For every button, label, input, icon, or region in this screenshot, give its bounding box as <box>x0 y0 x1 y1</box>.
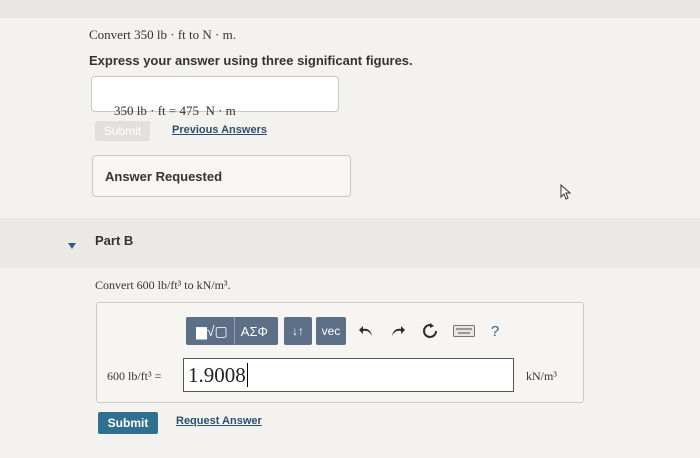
top-band <box>0 0 700 18</box>
text-caret <box>246 363 248 387</box>
feedback-text: Answer Requested <box>105 169 223 184</box>
caret-down-icon[interactable] <box>67 237 77 249</box>
part-b-title: Part B <box>95 233 134 248</box>
part-a-instruction: Express your answer using three signific… <box>89 53 413 68</box>
keyboard-icon[interactable] <box>452 324 476 338</box>
request-answer-link[interactable]: Request Answer <box>176 415 262 427</box>
templates-button[interactable]: ▆√▢ <box>190 317 234 345</box>
arrows-button[interactable]: ↓↑ <box>286 317 310 345</box>
part-a-answer-value: 475 <box>179 103 199 118</box>
part-a-submit-button[interactable]: Submit <box>95 121 150 141</box>
arrows-button-wrap: ↓↑ <box>284 317 312 345</box>
part-b-prompt: Convert 600 lb/ft³ to kN/m³. <box>95 278 231 292</box>
part-b-input-lhs: 600 lb/ft³ = <box>107 369 165 383</box>
part-a-answer-box: 350 lb · ft = 475 N · m <box>91 76 339 118</box>
part-b-answer-value: 1.9008 <box>188 362 246 387</box>
greek-letters-button[interactable]: ΑΣΦ <box>235 317 274 345</box>
part-b-answer-input[interactable]: 1.9008 <box>183 358 514 392</box>
vec-button-wrap: vec <box>316 317 346 345</box>
undo-icon[interactable] <box>356 320 376 342</box>
part-a-prompt: Convert 350 lb · ft to N · m. <box>89 27 236 42</box>
part-a-answer-lhs: 350 lb · ft = <box>114 103 180 118</box>
part-b-input-unit: kN/m³ <box>526 369 557 383</box>
vec-button[interactable]: vec <box>316 317 347 345</box>
reset-icon[interactable] <box>420 320 440 342</box>
toolbar-group-templates: ▆√▢ ΑΣΦ <box>186 317 278 345</box>
part-a-answer-unit: N · m <box>205 103 236 118</box>
part-b-header[interactable]: Part B <box>0 218 700 268</box>
redo-icon[interactable] <box>388 320 408 342</box>
part-b-submit-button[interactable]: Submit <box>98 412 158 434</box>
mouse-cursor-icon <box>560 183 572 200</box>
help-button[interactable]: ? <box>487 320 503 342</box>
previous-answers-link[interactable]: Previous Answers <box>172 124 267 136</box>
feedback-box: Answer Requested <box>92 155 351 197</box>
